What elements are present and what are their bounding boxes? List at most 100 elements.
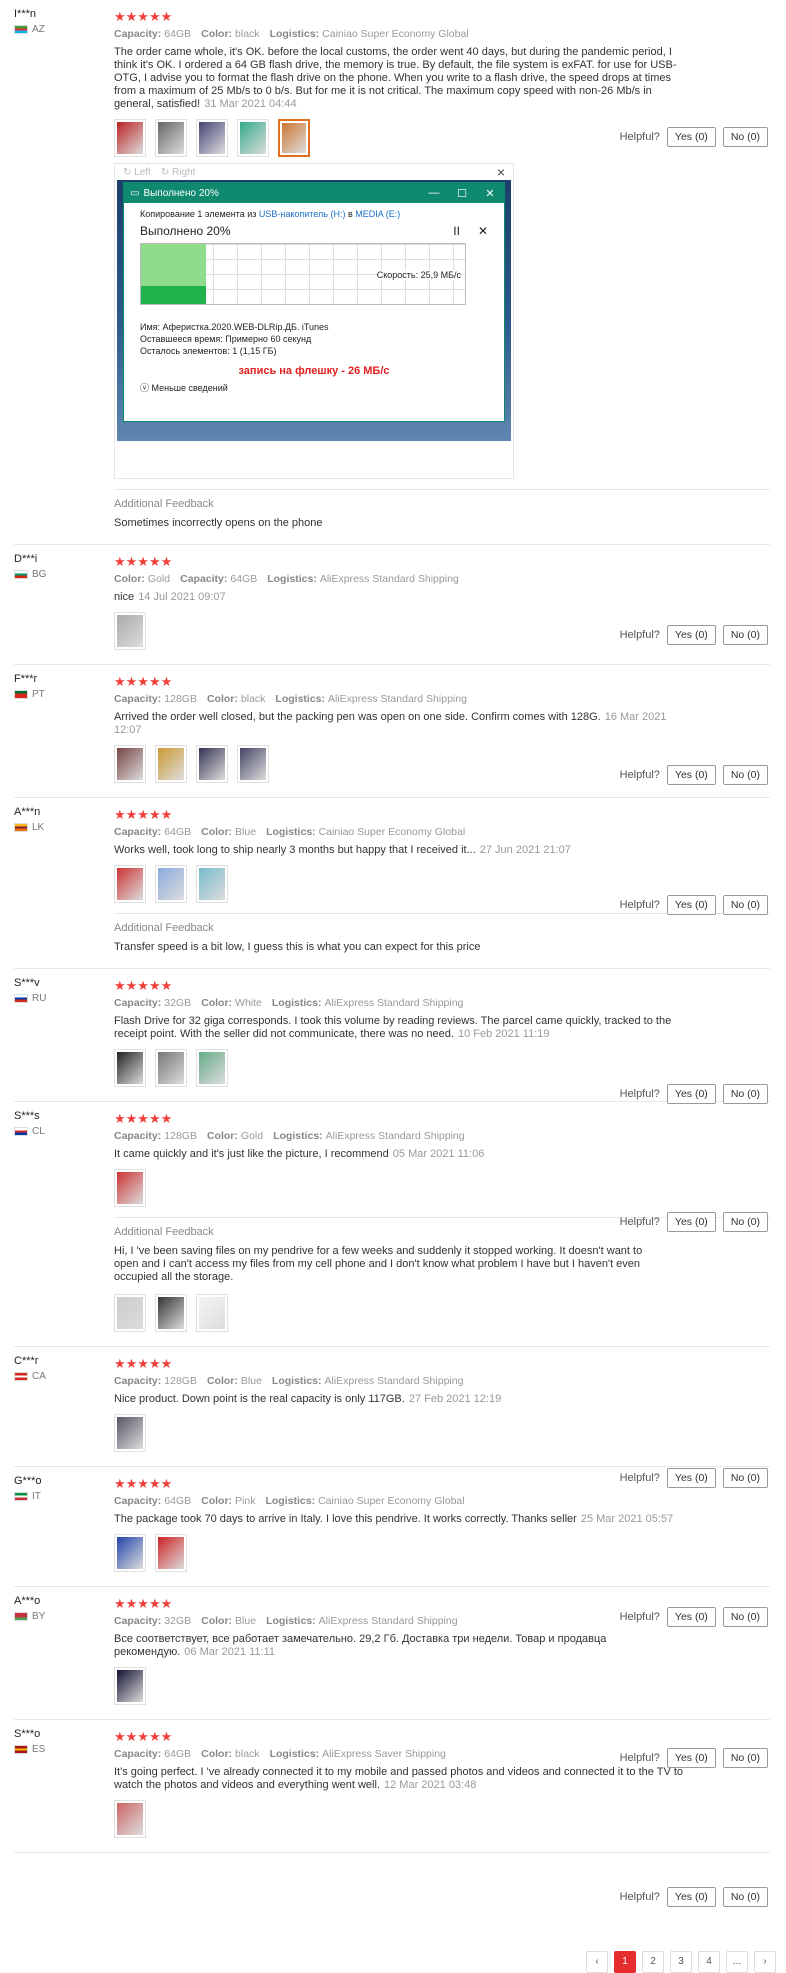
prev-page-button[interactable]: ‹ [586, 1951, 608, 1973]
review-thumbnail[interactable] [114, 1049, 146, 1087]
yes-button[interactable]: Yes (0) [666, 1084, 716, 1104]
helpful-controls: Helpful? Yes (0) No (0) [620, 1748, 768, 1768]
reviewer-name: S***v [14, 977, 40, 989]
review-thumbnail[interactable] [114, 119, 146, 157]
additional-thumbnails [114, 1294, 770, 1332]
viewer-right-button[interactable]: ↻ Right [161, 167, 196, 178]
review-thumbnail[interactable] [196, 119, 228, 157]
review-thumbnail[interactable] [237, 745, 269, 783]
country-code: CA [32, 1371, 46, 1382]
review-thumbnail[interactable] [155, 119, 187, 157]
cancel-icon: ✕ [477, 224, 488, 238]
star-rating: ★★★★★ [114, 9, 173, 24]
star-rating: ★★★★★ [114, 554, 173, 569]
no-button[interactable]: No (0) [722, 1748, 768, 1768]
page-button[interactable]: ... [726, 1951, 748, 1973]
meta-value: black [240, 693, 266, 705]
dialog-titlebar: ▭ Выполнено 20% — ☐ ✕ [124, 183, 504, 203]
review-thumbnail[interactable] [278, 119, 310, 157]
review-thumbnail[interactable] [237, 119, 269, 157]
no-button[interactable]: No (0) [722, 1607, 768, 1627]
no-button[interactable]: No (0) [722, 1468, 768, 1488]
yes-button[interactable]: Yes (0) [666, 1748, 716, 1768]
viewer-left-button[interactable]: ↻ Left [123, 167, 151, 178]
next-page-button[interactable]: › [754, 1951, 776, 1973]
no-button[interactable]: No (0) [722, 1887, 768, 1907]
review-text: Все соответствует, все работает замечате… [114, 1633, 689, 1659]
page-button[interactable]: 4 [698, 1951, 720, 1973]
no-button[interactable]: No (0) [722, 895, 768, 915]
additional-feedback: Additional Feedback Transfer speed is a b… [114, 913, 770, 954]
additional-feedback-title: Additional Feedback [114, 498, 214, 510]
meta-value: 32GB [164, 1615, 192, 1627]
meta-value: AliExpress Standard Shipping [328, 693, 467, 705]
viewer-close-icon[interactable]: × [497, 164, 505, 180]
review-thumbnail[interactable] [155, 1534, 187, 1572]
yes-button[interactable]: Yes (0) [666, 895, 716, 915]
country-code: BY [32, 1611, 46, 1622]
star-rating: ★★★★★ [114, 978, 173, 993]
review-thumbnail[interactable] [114, 1534, 146, 1572]
meta-value: AliExpress Standard Shipping [324, 1375, 464, 1387]
country-code: PT [32, 689, 45, 700]
country-code: BG [32, 569, 47, 580]
progress-title: Выполнено 20% II ✕ [140, 224, 488, 238]
review-thumbnail[interactable] [155, 745, 187, 783]
review-thumbnail[interactable] [114, 865, 146, 903]
reviewer: I***n AZ [14, 8, 104, 35]
review-meta: Capacity: 128GB Color: Blue Logistics: AliExp… [114, 1375, 770, 1387]
additional-thumbnail[interactable] [196, 1294, 228, 1332]
review-thumbnail[interactable] [196, 865, 228, 903]
no-button[interactable]: No (0) [722, 625, 768, 645]
copy-source: USB-накопитель (H:) [258, 209, 346, 219]
meta-key: Capacity: [114, 1375, 162, 1387]
no-button[interactable]: No (0) [722, 1084, 768, 1104]
page-button[interactable]: 3 [670, 1951, 692, 1973]
review-item: C***r CA ★★★★★ Capacity: 128GB Color: Blue Logi… [14, 1347, 770, 1467]
yes-button[interactable]: Yes (0) [666, 1468, 716, 1488]
thumbnail-image [117, 615, 143, 647]
country-flag-icon [14, 25, 28, 34]
review-thumbnail[interactable] [155, 865, 187, 903]
page-button[interactable]: 1 [614, 1951, 636, 1973]
thumbnail-image [117, 868, 143, 900]
yes-button[interactable]: Yes (0) [666, 1212, 716, 1232]
review-thumbnail[interactable] [114, 1169, 146, 1207]
thumbnail-image [199, 122, 225, 154]
reviewer-country: RU [14, 993, 104, 1004]
reviewer-name: A***n [14, 806, 41, 818]
review-thumbnail[interactable] [114, 1414, 146, 1452]
review-thumbnail[interactable] [114, 1800, 146, 1838]
thumbnail-image [199, 868, 225, 900]
country-flag-icon [14, 994, 28, 1003]
no-button[interactable]: No (0) [722, 1212, 768, 1232]
page-button[interactable]: 2 [642, 1951, 664, 1973]
meta-value: Cainiao Super Economy Global [318, 826, 466, 838]
review-thumbnail[interactable] [114, 745, 146, 783]
yes-button[interactable]: Yes (0) [666, 765, 716, 785]
country-code: RU [32, 993, 47, 1004]
review-thumbnail[interactable] [196, 745, 228, 783]
meta-key: Logistics: [271, 997, 322, 1009]
yes-button[interactable]: Yes (0) [666, 1607, 716, 1627]
yes-button[interactable]: Yes (0) [666, 1887, 716, 1907]
meta-value: AliExpress Saver Shipping [322, 1748, 446, 1760]
meta-key: Color: [206, 1375, 238, 1387]
additional-thumbnail[interactable] [114, 1294, 146, 1332]
reviewer-name: D***i [14, 553, 38, 565]
review-date: 06 Mar 2021 11:11 [184, 1646, 275, 1658]
yes-button[interactable]: Yes (0) [666, 127, 716, 147]
review-thumbnail[interactable] [114, 612, 146, 650]
no-button[interactable]: No (0) [722, 765, 768, 785]
review-meta: Capacity: 128GB Color: black Logistics: AliEx… [114, 693, 770, 705]
review-thumbnail[interactable] [114, 1667, 146, 1705]
review-thumbnail[interactable] [196, 1049, 228, 1087]
additional-thumbnail[interactable] [155, 1294, 187, 1332]
meta-value: Cainiao Super Economy Global [318, 1495, 465, 1507]
no-button[interactable]: No (0) [722, 127, 768, 147]
review-thumbnail[interactable] [155, 1049, 187, 1087]
reviewer: S***o ES [14, 1728, 104, 1755]
review-text-body: nice [114, 591, 135, 603]
yes-button[interactable]: Yes (0) [666, 625, 716, 645]
